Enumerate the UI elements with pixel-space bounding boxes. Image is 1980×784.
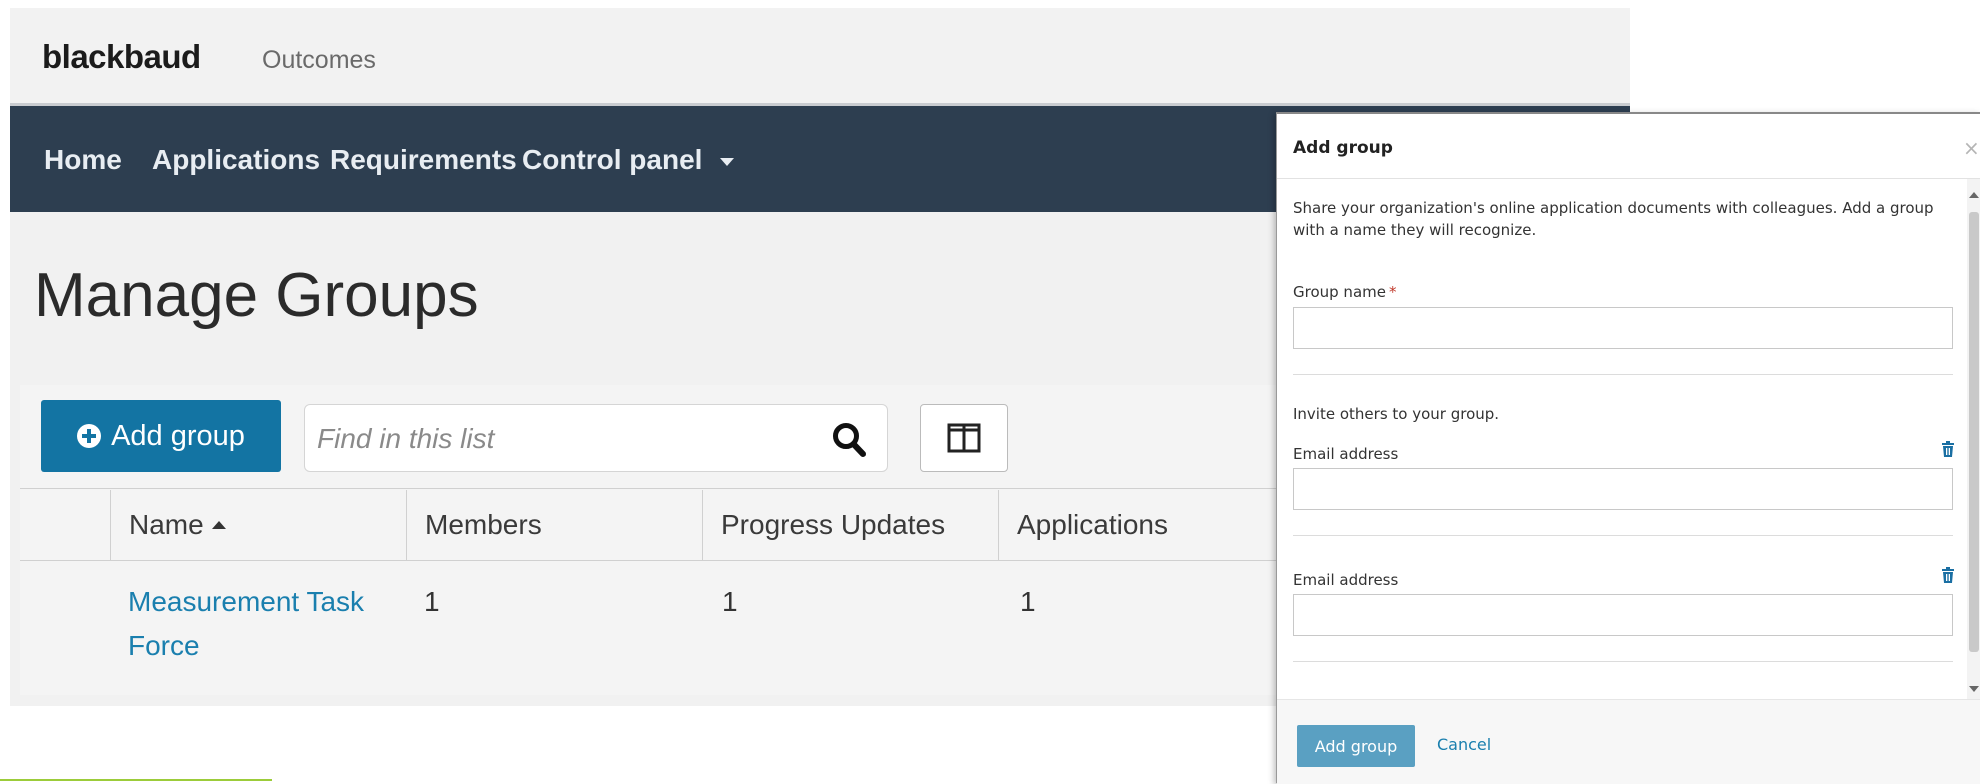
search-box [304, 404, 888, 472]
sort-ascending-icon [211, 521, 226, 529]
group-name-label-text: Group name [1293, 283, 1386, 301]
dialog-footer: Add group Cancel [1277, 699, 1980, 784]
dialog-title: Add group [1293, 138, 1393, 158]
add-group-button[interactable]: Add group [41, 400, 281, 472]
nav-item-applications[interactable]: Applications [152, 144, 320, 176]
table-divider [20, 488, 1320, 489]
nav-item-label: Home [44, 144, 122, 175]
section-divider [1293, 661, 1953, 662]
dialog-header: Add group × [1277, 114, 1980, 179]
product-name[interactable]: Outcomes [262, 46, 376, 75]
email-field[interactable] [1293, 468, 1953, 510]
trash-icon[interactable] [1941, 567, 1955, 583]
column-header-label: Applications [1017, 509, 1168, 540]
cancel-button[interactable]: Cancel [1437, 735, 1491, 754]
nav-item-home[interactable]: Home [44, 144, 122, 176]
top-bar: blackbaud Outcomes [10, 8, 1630, 106]
search-icon[interactable] [832, 422, 866, 458]
dialog-description: Share your organization's online applica… [1293, 199, 1934, 239]
search-input[interactable] [315, 413, 789, 465]
column-chooser-button[interactable] [920, 404, 1008, 472]
close-icon[interactable]: × [1963, 136, 1980, 160]
scroll-down-icon[interactable] [1969, 686, 1979, 692]
columns-icon [947, 423, 981, 453]
column-header-label: Name [129, 509, 204, 540]
section-divider [1293, 535, 1953, 536]
column-header-name[interactable]: Name [110, 490, 406, 560]
scroll-up-icon[interactable] [1969, 192, 1979, 198]
scrollbar-thumb[interactable] [1969, 212, 1979, 652]
add-group-button-label: Add group [111, 419, 245, 452]
email-label: Email address [1293, 445, 1399, 463]
nav-item-label: Applications [152, 144, 321, 175]
email-label: Email address [1293, 571, 1399, 589]
table-divider [20, 560, 1320, 561]
group-name-input[interactable] [1293, 307, 1953, 349]
add-group-dialog: Add group × Share your organization's on… [1276, 112, 1980, 784]
column-header-label: Members [425, 509, 542, 540]
nav-item-label: Control panel [522, 144, 703, 175]
nav-item-label: Requirements [330, 144, 517, 175]
column-header-progress-updates[interactable]: Progress Updates [702, 490, 998, 560]
column-header-label: Progress Updates [721, 509, 946, 540]
trash-icon[interactable] [1941, 441, 1955, 457]
brand-logo[interactable]: blackbaud [42, 38, 201, 76]
column-header-applications[interactable]: Applications [998, 490, 1298, 560]
plus-circle-icon [77, 424, 102, 448]
submit-add-group-button[interactable]: Add group [1297, 725, 1415, 767]
invite-text: Invite others to your group. [1293, 405, 1500, 423]
members-cell: 1 [424, 586, 440, 617]
chevron-down-icon [720, 157, 735, 166]
page-title: Manage Groups [34, 261, 479, 330]
required-marker: * [1388, 283, 1397, 301]
nav-item-requirements[interactable]: Requirements [330, 144, 517, 176]
applications-cell: 1 [1020, 586, 1036, 617]
progress-updates-cell: 1 [722, 586, 738, 617]
group-name-link[interactable]: Measurement Task Force [128, 580, 398, 668]
group-name-label: Group name * [1293, 283, 1396, 301]
dialog-body: Share your organization's online applica… [1277, 179, 1967, 699]
column-header-members[interactable]: Members [406, 490, 702, 560]
email-field[interactable] [1293, 594, 1953, 636]
nav-item-control-panel[interactable]: Control panel [522, 144, 735, 176]
section-divider [1293, 374, 1953, 375]
